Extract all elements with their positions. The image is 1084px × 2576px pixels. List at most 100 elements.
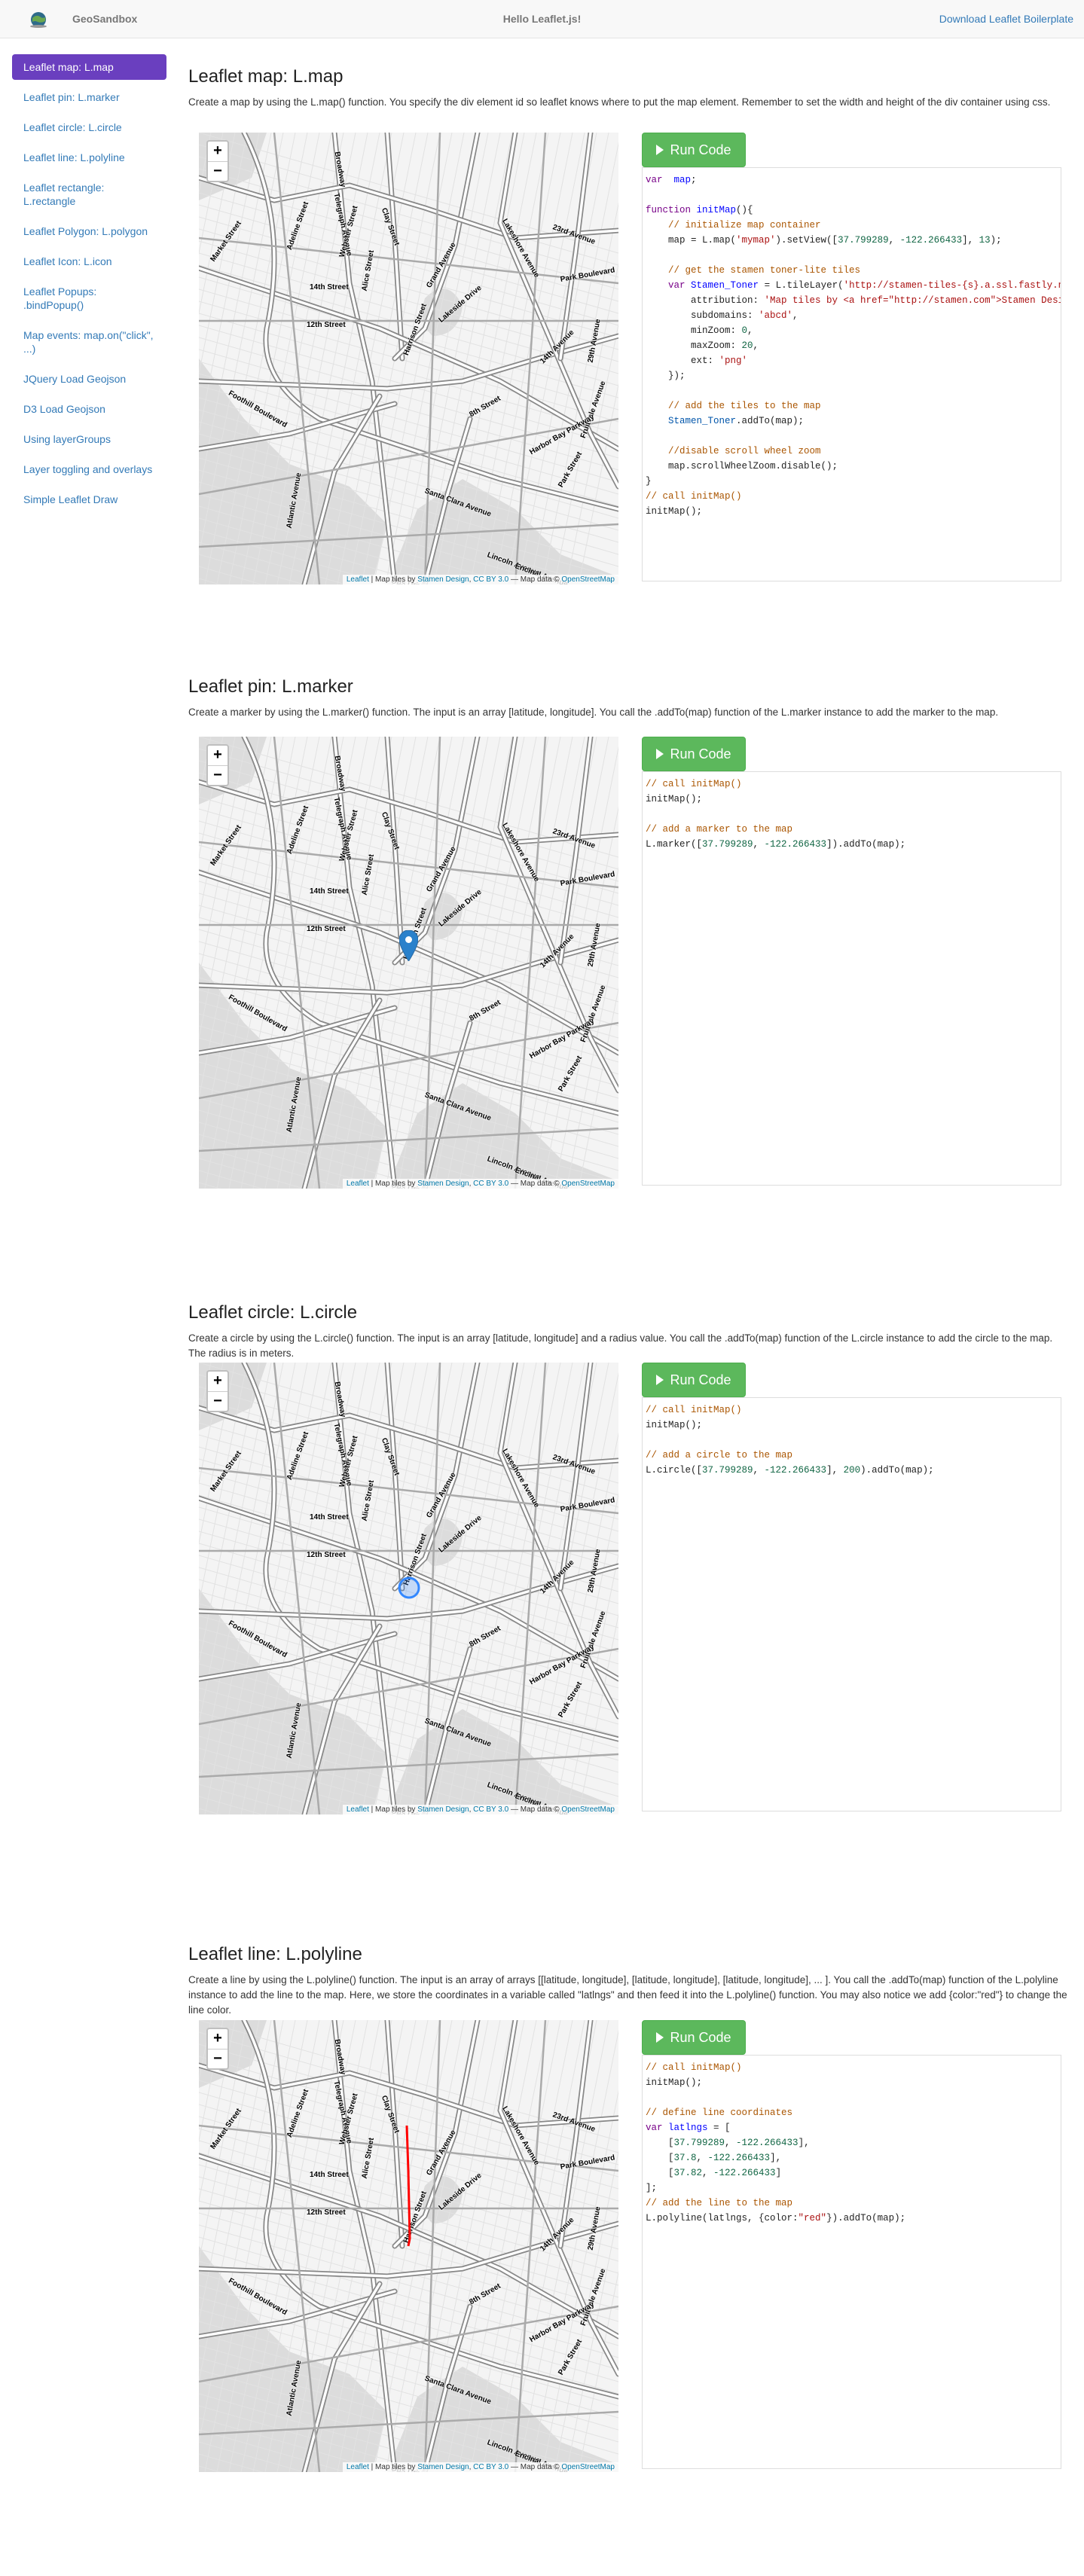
sidebar-item-leaflet-circle[interactable]: Leaflet circle: L.circle: [12, 114, 166, 140]
code-token: L.polyline(latlngs, {color:: [646, 2213, 798, 2223]
code-line: ​: [646, 248, 1058, 263]
brand-name[interactable]: GeoSandbox: [72, 13, 137, 25]
zoom-in-button[interactable]: +: [208, 746, 227, 765]
code-token: ]: [775, 2168, 782, 2178]
download-boilerplate-link[interactable]: Download Leaflet Boilerplate: [939, 13, 1073, 25]
sidebar-item-layer-toggling[interactable]: Layer toggling and overlays: [12, 456, 166, 482]
map-street-label: 14th Street: [310, 283, 349, 291]
code-token: // get the stamen toner-lite tiles: [668, 265, 861, 276]
stamen-link[interactable]: Stamen Design: [417, 2463, 469, 2471]
code-editor[interactable]: var map;​​function initMap(){​ // initia…: [642, 167, 1061, 581]
run-code-button[interactable]: Run Code: [642, 1363, 746, 1397]
zoom-out-button[interactable]: −: [208, 161, 227, 181]
attribution-text: | Map tiles by: [368, 575, 418, 584]
sidebar-item-leaflet-draw[interactable]: Simple Leaflet Draw: [12, 487, 166, 512]
sidebar-item-leaflet-icon[interactable]: Leaflet Icon: L.icon: [12, 249, 166, 274]
cc-license-link[interactable]: CC BY 3.0: [473, 2463, 508, 2471]
leaflet-map-map[interactable]: Broadway Telegraph Avenue 14th Street 12th …: [199, 133, 618, 584]
osm-link[interactable]: OpenStreetMap: [561, 1180, 615, 1188]
section-leaflet-circle: Leaflet circle: L.circle Create a circle …: [188, 1302, 1073, 1845]
run-code-button[interactable]: Run Code: [642, 2020, 746, 2055]
leaflet-link[interactable]: Leaflet: [347, 1805, 369, 1814]
code-token: });: [646, 371, 686, 381]
osm-link[interactable]: OpenStreetMap: [561, 1805, 615, 1814]
zoom-control: + −: [206, 1370, 229, 1412]
stamen-link[interactable]: Stamen Design: [417, 1805, 469, 1814]
leaflet-link[interactable]: Leaflet: [347, 575, 369, 584]
code-token: 37.799289: [702, 1465, 753, 1476]
code-line: // initialize map container​: [646, 218, 1058, 233]
code-token: initMap();: [646, 506, 703, 517]
stamen-link[interactable]: Stamen Design: [417, 575, 469, 584]
sidebar-item-d3-geojson[interactable]: D3 Load Geojson: [12, 396, 166, 422]
code-editor[interactable]: // call initMap()​initMap();​​// define …: [642, 2055, 1061, 2469]
sidebar-item-leaflet-pin[interactable]: Leaflet pin: L.marker: [12, 84, 166, 110]
code-token: // call initMap(): [646, 779, 742, 789]
leaflet-link[interactable]: Leaflet: [347, 1180, 369, 1188]
map-street-label: 12th Street: [307, 1551, 346, 1559]
sidebar-item-layergroups[interactable]: Using layerGroups: [12, 426, 166, 452]
code-line: // add a circle to the map​: [646, 1448, 1058, 1463]
stamen-link[interactable]: Stamen Design: [417, 1180, 469, 1188]
sidebar-item-leaflet-line[interactable]: Leaflet line: L.polyline: [12, 145, 166, 170]
run-code-button[interactable]: Run Code: [642, 133, 746, 167]
zoom-in-button[interactable]: +: [208, 1372, 227, 1391]
leaflet-map-circle[interactable]: Broadway Telegraph Avenue 14th Street 12th …: [199, 1363, 618, 1814]
code-token: = L.tileLayer(: [759, 280, 844, 291]
section-description: Create a circle by using the L.circle() …: [188, 1332, 1053, 1359]
code-token: ,: [753, 340, 759, 351]
code-line: ];​: [646, 2181, 1058, 2196]
code-line: // define line coordinates​: [646, 2105, 1058, 2120]
run-code-button[interactable]: Run Code: [642, 737, 746, 771]
code-token: ,: [725, 2138, 737, 2148]
sidebar-item-leaflet-popups[interactable]: Leaflet Popups: .bindPopup(): [12, 279, 166, 318]
code-token: -122.266433: [764, 1465, 827, 1476]
sidebar-item-jquery-geojson[interactable]: JQuery Load Geojson: [12, 366, 166, 392]
code-token: ];: [646, 2183, 658, 2193]
cc-license-link[interactable]: CC BY 3.0: [473, 575, 508, 584]
zoom-in-button[interactable]: +: [208, 142, 227, 161]
code-token: -122.266433: [713, 2168, 776, 2178]
code-token: ],: [798, 2138, 810, 2148]
map-marker-pin-icon[interactable]: [399, 930, 418, 961]
sidebar-nav: Leaflet map: L.map Leaflet pin: L.marker…: [12, 54, 166, 517]
leaflet-map-marker[interactable]: Broadway Telegraph Avenue 14th Street 12th …: [199, 737, 618, 1189]
zoom-out-button[interactable]: −: [208, 765, 227, 785]
code-token: }).addTo(map);: [826, 2213, 906, 2223]
cc-license-link[interactable]: CC BY 3.0: [473, 1805, 508, 1814]
code-token: 200: [843, 1465, 861, 1476]
map-polyline-overlay[interactable]: [402, 2126, 417, 2250]
code-token: // add the tiles to the map: [668, 401, 821, 411]
zoom-control: + −: [206, 744, 229, 786]
leaflet-link[interactable]: Leaflet: [347, 2463, 369, 2471]
attribution-text: — Map data ©: [508, 575, 562, 584]
sidebar-item-map-events[interactable]: Map events: map.on("click", ...): [12, 322, 166, 362]
zoom-out-button[interactable]: −: [208, 1391, 227, 1411]
page-title: Hello Leaflet.js!: [502, 13, 582, 25]
globe-logo-icon[interactable]: [27, 11, 50, 29]
attribution-text: | Map tiles by: [368, 1805, 418, 1814]
leaflet-map-polyline[interactable]: Broadway Telegraph Avenue 14th Street 12th …: [199, 2020, 618, 2472]
zoom-out-button[interactable]: −: [208, 2049, 227, 2068]
sidebar-item-leaflet-map[interactable]: Leaflet map: L.map: [12, 54, 166, 80]
code-editor[interactable]: // call initMap()​initMap();​​// add a m…: [642, 771, 1061, 1186]
sidebar-item-leaflet-rectangle[interactable]: Leaflet rectangle: L.rectangle: [12, 175, 166, 214]
code-line: var Stamen_Toner = L.tileLayer('http://s…: [646, 278, 1061, 293]
code-token: latlngs: [668, 2123, 708, 2133]
osm-link[interactable]: OpenStreetMap: [561, 2463, 615, 2471]
map-circle-overlay[interactable]: [398, 1576, 420, 1599]
code-token: ,: [753, 839, 765, 850]
code-editor[interactable]: // call initMap()​initMap();​​// add a c…: [642, 1397, 1061, 1811]
code-line: attribution: 'Map tiles by <a href="http…: [646, 293, 1061, 308]
code-token: 37.8: [673, 2153, 697, 2163]
zoom-in-button[interactable]: +: [208, 2029, 227, 2049]
sidebar-item-leaflet-polygon[interactable]: Leaflet Polygon: L.polygon: [12, 218, 166, 244]
osm-link[interactable]: OpenStreetMap: [561, 575, 615, 584]
cc-license-link[interactable]: CC BY 3.0: [473, 1180, 508, 1188]
